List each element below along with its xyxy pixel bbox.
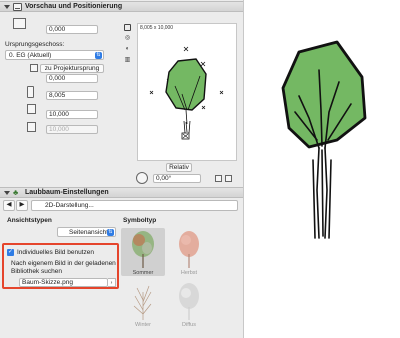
settings-panel: Vorschau und Positionierung 0,000 Urspru… xyxy=(0,0,244,338)
next-page-button[interactable]: ▶ xyxy=(16,200,28,211)
tree-sketch-drawing xyxy=(281,40,367,239)
list-view-icon[interactable]: ▥ xyxy=(123,56,132,65)
view-type-select[interactable]: Seitenansicht ⇅ xyxy=(57,227,116,237)
view-types-heading: Ansichtstypen xyxy=(7,217,52,224)
symbol-autumn[interactable]: Herbst xyxy=(167,228,211,276)
symbol-label: Sommer xyxy=(132,270,154,276)
drawing-canvas[interactable] xyxy=(245,0,400,338)
base-story-value: 0. EG (Aktuell) xyxy=(9,52,52,59)
mirror-icon[interactable] xyxy=(215,175,222,182)
story-link-icon[interactable] xyxy=(30,64,38,72)
prev-page-button[interactable]: ◀ xyxy=(3,200,15,211)
symbol-diffuse[interactable]: Diffus xyxy=(167,280,211,328)
elevation-icon xyxy=(27,86,34,98)
height2-field[interactable]: 10,000 xyxy=(46,125,98,134)
chevron-updown-icon: ⇅ xyxy=(107,229,114,236)
symbol-label: Herbst xyxy=(180,270,198,276)
width-field[interactable]: 8,005 xyxy=(46,91,98,100)
section-tree-settings[interactable]: ♣ Laubbaum-Einstellungen xyxy=(0,187,243,198)
winter-tree-icon xyxy=(133,285,152,320)
file-name-field[interactable]: Baum-Skizze.png xyxy=(19,278,108,287)
summer-tree-icon xyxy=(132,231,154,268)
depth-field[interactable]: 10,000 xyxy=(46,110,98,119)
angle-field[interactable]: 0,00° xyxy=(153,174,201,183)
3d-view-icon[interactable]: ◐ xyxy=(123,45,132,54)
preview-area[interactable]: 8,005 x 10,000 xyxy=(137,23,237,161)
height-field[interactable]: 0,000 xyxy=(46,25,98,34)
autumn-tree-icon xyxy=(179,231,199,268)
chevron-updown-icon: ⇅ xyxy=(95,52,102,59)
symbol-label: Diffus xyxy=(182,322,196,328)
diffuse-tree-icon xyxy=(179,283,199,320)
symbol-label: Winter xyxy=(135,322,151,328)
symbol-summer[interactable]: Sommer xyxy=(121,228,165,276)
disclosure-triangle-icon[interactable] xyxy=(4,4,10,9)
custom-image-checkbox[interactable]: ✓ xyxy=(7,249,14,256)
base-story-label: Ursprungsgeschoss: xyxy=(5,41,65,48)
object-height-icon xyxy=(13,18,26,29)
page-select-label: 2D-Darstellung... xyxy=(45,202,94,209)
anchor-mode-button[interactable]: Relativ xyxy=(166,163,192,172)
depth-icon xyxy=(27,104,36,114)
tree-icon: ♣ xyxy=(13,188,19,197)
plan-view-icon[interactable] xyxy=(124,24,131,31)
page-select[interactable]: 2D-Darstellung... xyxy=(31,200,238,211)
section-preview-positioning[interactable]: Vorschau und Positionierung xyxy=(0,1,243,12)
plan-symbol-preview xyxy=(149,46,224,140)
symbol-type-heading: Symboltyp xyxy=(123,217,157,224)
custom-image-help: Nach eigenem Bild in der geladenen Bibli… xyxy=(11,260,116,275)
height-dim-icon xyxy=(27,122,36,132)
section-title: Laubbaum-Einstellungen xyxy=(25,189,109,196)
custom-image-group: ✓ Individuelles Bild benutzen Nach eigen… xyxy=(2,243,119,289)
disclosure-triangle-icon[interactable] xyxy=(4,190,10,195)
to-project-origin-button[interactable]: zu Projektursprung xyxy=(40,64,104,73)
view-type-value: Seitenansicht xyxy=(69,229,109,236)
file-browse-button[interactable]: › xyxy=(108,278,116,287)
section-icon xyxy=(13,2,22,11)
offset-field[interactable]: 0,000 xyxy=(46,74,98,83)
rotation-icon xyxy=(136,172,148,184)
base-story-select[interactable]: 0. EG (Aktuell) ⇅ xyxy=(5,50,104,60)
section-view-icon[interactable]: ◎ xyxy=(123,34,132,43)
section-title: Vorschau und Positionierung xyxy=(25,3,123,10)
mirror-y-icon[interactable] xyxy=(225,175,232,182)
symbol-winter[interactable]: Winter xyxy=(121,280,165,328)
custom-image-label: Individuelles Bild benutzen xyxy=(17,249,94,256)
